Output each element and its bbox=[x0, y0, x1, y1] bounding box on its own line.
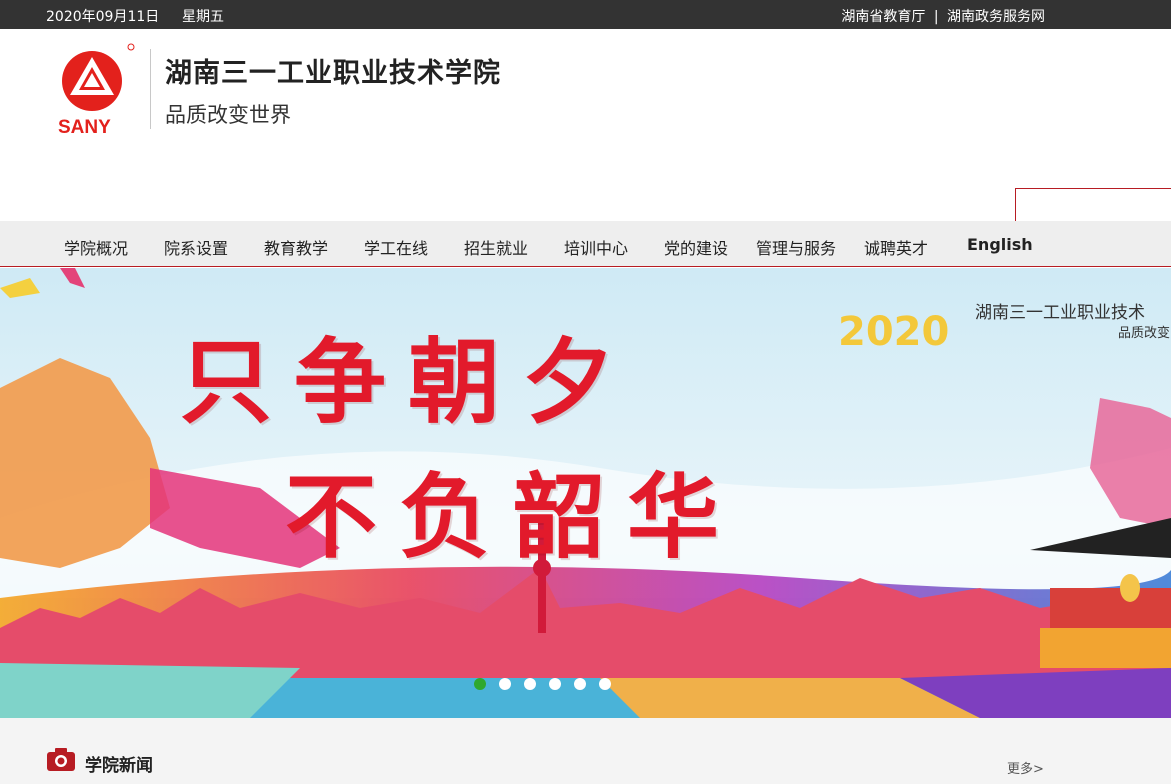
banner-headline-2: 不负韶华 bbox=[285, 463, 742, 571]
link-gov-service[interactable]: 湖南政务服务网 bbox=[947, 9, 1045, 25]
news-more-link[interactable]: 更多> bbox=[1007, 758, 1044, 777]
carousel-dot-1[interactable] bbox=[474, 678, 486, 690]
camera-icon bbox=[47, 748, 75, 771]
banner-caption-sub: 品质改变 bbox=[1118, 326, 1171, 341]
nav-item-overview[interactable]: 学院概况 bbox=[64, 235, 128, 259]
school-slogan: 品质改变世界 bbox=[165, 103, 291, 127]
news-section-title: 学院新闻 bbox=[85, 756, 153, 776]
nav-item-party[interactable]: 党的建设 bbox=[664, 235, 728, 259]
current-weekday: 星期五 bbox=[182, 9, 224, 25]
nav-item-careers[interactable]: 诚聘英才 bbox=[864, 235, 928, 259]
carousel-dot-5[interactable] bbox=[574, 678, 586, 690]
top-bar: 2020年09月11日 星期五 湖南省教育厅 | 湖南政务服务网 bbox=[0, 0, 1171, 29]
banner-headline-1: 只争朝夕 bbox=[180, 328, 637, 436]
nav-item-departments[interactable]: 院系设置 bbox=[164, 235, 228, 259]
logo-wordmark: SANY bbox=[58, 117, 111, 138]
link-education-department[interactable]: 湖南省教育厅 bbox=[841, 9, 925, 25]
nav-item-services[interactable]: 管理与服务 bbox=[756, 235, 836, 259]
sany-logo-icon: SANY bbox=[58, 43, 135, 138]
carousel-dot-2[interactable] bbox=[499, 678, 511, 690]
current-date: 2020年09月11日 bbox=[46, 9, 160, 25]
banner-caption: 湖南三一工业职业技术 bbox=[975, 303, 1145, 323]
search-input[interactable] bbox=[1015, 188, 1171, 222]
banner-year: 2020 bbox=[838, 309, 950, 355]
hero-banner[interactable]: 只争朝夕 不负韶华 2020 湖南三一工业职业技术 品质改变 bbox=[0, 268, 1171, 718]
carousel-dot-3[interactable] bbox=[524, 678, 536, 690]
nav-item-english[interactable]: English bbox=[967, 235, 1033, 254]
nav-item-student-affairs[interactable]: 学工在线 bbox=[364, 235, 428, 259]
carousel-dots bbox=[474, 678, 611, 690]
nav-item-training[interactable]: 培训中心 bbox=[564, 235, 628, 259]
news-section: 学院新闻 更多> bbox=[0, 718, 1171, 784]
school-name: 湖南三一工业职业技术学院 bbox=[165, 58, 501, 89]
top-links: 湖南省教育厅 | 湖南政务服务网 bbox=[841, 6, 1045, 26]
site-header: SANY 湖南三一工业职业技术学院 品质改变世界 bbox=[0, 29, 1171, 222]
link-separator: | bbox=[933, 9, 939, 25]
carousel-dot-6[interactable] bbox=[599, 678, 611, 690]
nav-item-teaching[interactable]: 教育教学 bbox=[264, 235, 328, 259]
carousel-dot-4[interactable] bbox=[549, 678, 561, 690]
main-nav: 学院概况 院系设置 教育教学 学工在线 招生就业 培训中心 党的建设 管理与服务… bbox=[0, 221, 1171, 267]
logo-divider bbox=[150, 49, 151, 129]
nav-item-admissions[interactable]: 招生就业 bbox=[464, 235, 528, 259]
sany-logo[interactable]: SANY bbox=[56, 43, 136, 139]
